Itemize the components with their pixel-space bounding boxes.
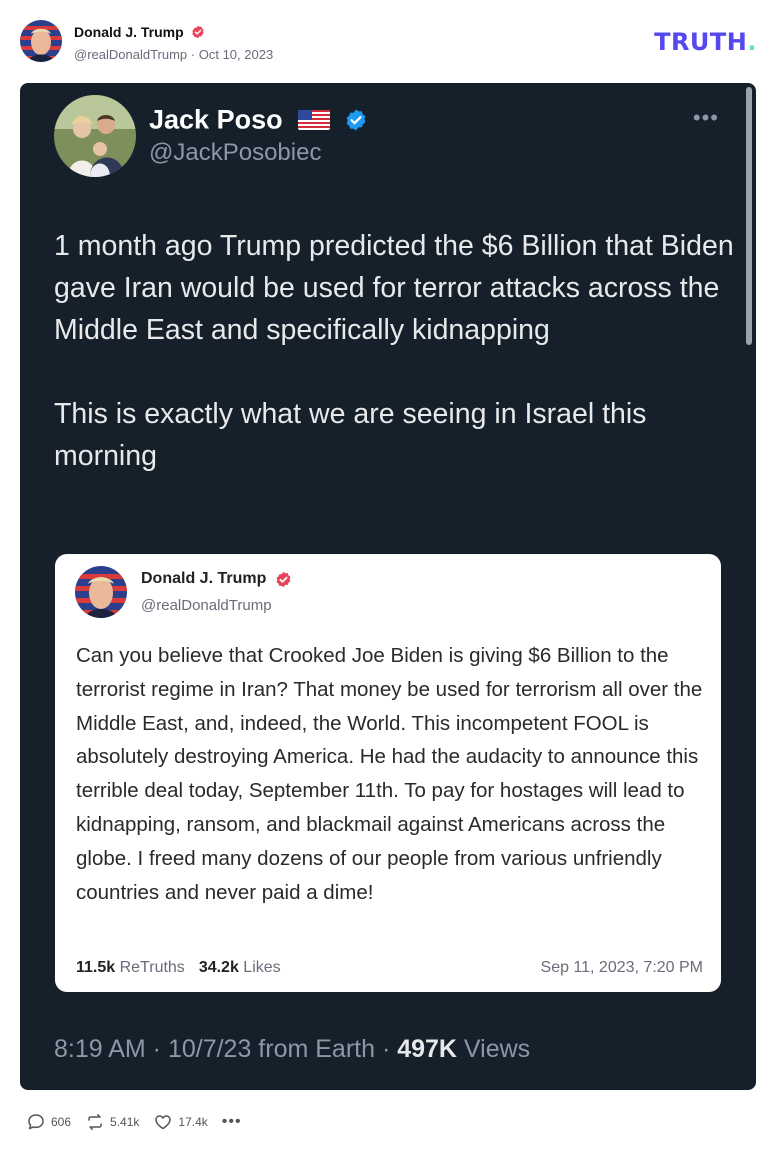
brand-dot: . — [747, 28, 757, 56]
truth-logo[interactable]: TRUTH. — [654, 28, 757, 56]
post-date[interactable]: Oct 10, 2023 — [199, 47, 273, 62]
tweet-views-label: Views — [456, 1035, 531, 1063]
reply-icon — [28, 1114, 44, 1130]
tweet-author-name: Jack Poso — [149, 104, 283, 135]
tweet-author-avatar — [54, 95, 136, 177]
reply-count: 606 — [51, 1115, 72, 1129]
author-meta: @realDonaldTrump · Oct 10, 2023 — [74, 47, 273, 62]
like-button[interactable]: 17.4k — [153, 1112, 208, 1132]
verified-badge-icon — [276, 571, 291, 587]
verified-badge-icon — [192, 25, 204, 39]
quoted-post: Donald J. Trump @realDonaldTrump Can you… — [55, 554, 721, 992]
verified-check-icon — [346, 109, 366, 131]
quoted-post-text: Can you believe that Crooked Joe Biden i… — [76, 644, 703, 904]
tweet-views-count: 497K — [397, 1035, 457, 1063]
quoted-author-name-row: Donald J. Trump — [141, 570, 292, 588]
retruth-count: 5.41k — [110, 1115, 140, 1129]
retruths-count: 11.5k — [76, 959, 116, 976]
meta-separator: · — [190, 47, 199, 62]
embedded-tweet-image[interactable]: Jack Poso @JackPosobiec ••• 1 month ago … — [20, 83, 756, 1090]
author-name[interactable]: Donald J. Trump — [74, 24, 184, 40]
likes-label: Likes — [238, 959, 281, 976]
quoted-author-name: Donald J. Trump — [141, 570, 267, 587]
more-options-icon[interactable]: ••• — [222, 1113, 242, 1131]
like-count: 17.4k — [178, 1115, 208, 1129]
reply-button[interactable]: 606 — [26, 1112, 71, 1132]
like-icon — [155, 1115, 172, 1130]
tweet-footer: 8:19 AM · 10/7/23 from Earth · 497K View… — [54, 1035, 530, 1064]
post-header: Donald J. Trump @realDonaldTrump · Oct 1… — [20, 20, 757, 66]
retruths-label: ReTruths — [115, 959, 185, 976]
likes-count: 34.2k — [198, 959, 239, 976]
quoted-author-handle: @realDonaldTrump — [141, 597, 272, 614]
quoted-post-date: Sep 11, 2023, 7:20 PM — [540, 959, 703, 976]
quoted-post-stats: 11.5k ReTruths 34.2k Likes — [76, 959, 281, 977]
author-avatar[interactable] — [20, 20, 62, 62]
author-name-row: Donald J. Trump — [74, 23, 205, 41]
tweet-text: 1 month ago Trump predicted the $6 Billi… — [54, 230, 734, 472]
tweet-timestamp: 8:19 AM · 10/7/23 from Earth · — [54, 1035, 398, 1063]
tweet-author-handle: @JackPosobiec — [149, 139, 322, 166]
retruth-icon — [88, 1114, 102, 1130]
brand-text: TRUTH — [654, 28, 748, 56]
action-bar: 606 5.41k 17.4k ••• — [26, 1110, 242, 1134]
more-icon: ••• — [692, 105, 719, 130]
author-handle[interactable]: @realDonaldTrump — [74, 47, 187, 62]
tweet-author-name-row: Jack Poso — [149, 103, 368, 135]
scrollbar[interactable] — [746, 87, 752, 345]
retruth-button[interactable]: 5.41k — [85, 1112, 139, 1132]
us-flag-icon — [298, 109, 331, 130]
quoted-author-avatar — [75, 566, 127, 618]
